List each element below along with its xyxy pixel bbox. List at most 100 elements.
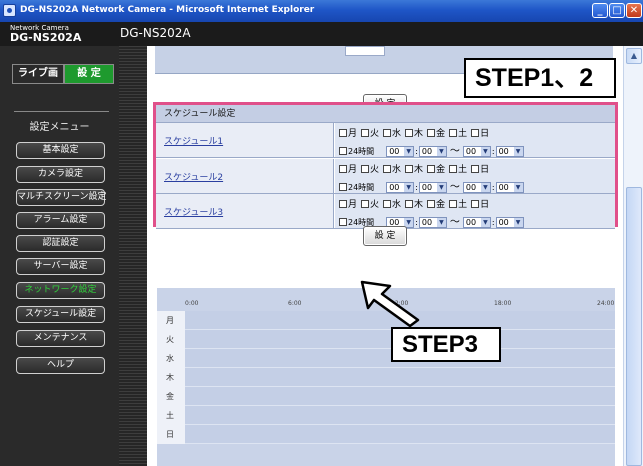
- scroll-thumb[interactable]: [626, 187, 642, 466]
- start-minute-select[interactable]: 00 ▼: [418, 217, 447, 228]
- maximize-button[interactable]: □: [609, 3, 625, 18]
- sidebar-item-3[interactable]: マルチスクリーン設定: [16, 189, 107, 206]
- day-checkbox[interactable]: [471, 165, 480, 173]
- start-minute-select[interactable]: 00 ▼: [418, 182, 447, 193]
- day-option[interactable]: 水: [383, 197, 401, 210]
- setup-mode-button[interactable]: 設 定: [64, 64, 114, 84]
- time-range: 24時間 00 ▼:00 ▼ ～ 00 ▼:00 ▼: [339, 178, 524, 193]
- day-option[interactable]: 金: [427, 126, 445, 139]
- day-option[interactable]: 月: [339, 162, 357, 175]
- day-option[interactable]: 土: [449, 197, 467, 210]
- minimize-button[interactable]: _: [592, 3, 608, 18]
- day-checkbox[interactable]: [339, 200, 347, 208]
- day-checkbox[interactable]: [383, 129, 392, 137]
- day-option[interactable]: 水: [383, 162, 401, 175]
- day-option[interactable]: 火: [361, 197, 379, 210]
- sidebar-item-6[interactable]: サーバー設定: [16, 258, 105, 275]
- day-checkbox[interactable]: [383, 200, 392, 208]
- start-hour-select[interactable]: 00 ▼: [386, 146, 415, 157]
- set-button-schedule[interactable]: 設 定: [363, 226, 407, 246]
- dropdown-arrow-icon[interactable]: ▼: [480, 147, 490, 156]
- sidebar-item-9[interactable]: メンテナンス: [16, 330, 105, 347]
- day-option[interactable]: 火: [361, 126, 379, 139]
- live-view-button[interactable]: ライブ画: [12, 64, 64, 84]
- day-option[interactable]: 木: [405, 162, 423, 175]
- end-hour-select[interactable]: 00 ▼: [462, 217, 491, 228]
- day-option[interactable]: 月: [339, 197, 357, 210]
- day-checkbox[interactable]: [405, 129, 414, 137]
- day-checkbox[interactable]: [339, 129, 347, 137]
- close-button[interactable]: ✕: [626, 3, 642, 18]
- schedule-link-1[interactable]: スケジュール1: [164, 134, 223, 147]
- dropdown-arrow-icon[interactable]: ▼: [436, 147, 446, 156]
- day-checkbox[interactable]: [361, 129, 370, 137]
- day-option[interactable]: 金: [427, 162, 445, 175]
- dropdown-arrow-icon[interactable]: ▼: [404, 147, 414, 156]
- day-checkbox[interactable]: [361, 200, 370, 208]
- sidebar-item-1[interactable]: 基本設定: [16, 142, 105, 159]
- day-option[interactable]: 木: [405, 126, 423, 139]
- day-option[interactable]: 日: [471, 197, 489, 210]
- sidebar-item-10[interactable]: ヘルプ: [16, 357, 105, 374]
- day-option[interactable]: 月: [339, 126, 357, 139]
- window-titlebar: DG-NS202A Network Camera - Microsoft Int…: [0, 0, 643, 22]
- day-option[interactable]: 水: [383, 126, 401, 139]
- dropdown-arrow-icon[interactable]: ▼: [480, 183, 490, 192]
- day-checkbox[interactable]: [449, 129, 458, 137]
- timeline-day-label: 火: [157, 330, 185, 349]
- day-option[interactable]: 日: [471, 162, 489, 175]
- end-hour-select[interactable]: 00 ▼: [462, 182, 491, 193]
- day-checkbox[interactable]: [471, 129, 480, 137]
- sidebar-item-2[interactable]: カメラ設定: [16, 166, 105, 183]
- end-minute-select[interactable]: 00 ▼: [495, 146, 524, 157]
- dropdown-arrow-icon[interactable]: ▼: [513, 183, 523, 192]
- time-value: 00: [498, 218, 509, 227]
- schedule-link-2[interactable]: スケジュール2: [164, 170, 223, 183]
- day-label: 火: [370, 129, 380, 139]
- vertical-scrollbar[interactable]: ▲: [623, 46, 643, 466]
- all-day-checkbox[interactable]: [339, 183, 347, 191]
- day-checkbox[interactable]: [471, 200, 480, 208]
- sidebar-item-8[interactable]: スケジュール設定: [16, 306, 105, 323]
- dropdown-arrow-icon[interactable]: ▼: [404, 183, 414, 192]
- day-option[interactable]: 木: [405, 197, 423, 210]
- dropdown-arrow-icon[interactable]: ▼: [436, 218, 446, 227]
- day-checkbox[interactable]: [383, 165, 392, 173]
- dropdown-arrow-icon[interactable]: ▼: [436, 183, 446, 192]
- day-checkbox[interactable]: [449, 165, 458, 173]
- time-value: 00: [421, 183, 433, 192]
- schedule-link-3[interactable]: スケジュール3: [164, 205, 223, 218]
- day-checkbox[interactable]: [427, 200, 436, 208]
- sidebar-item-5[interactable]: 認証設定: [16, 235, 105, 252]
- day-checkbox[interactable]: [339, 165, 347, 173]
- dropdown-arrow-icon[interactable]: ▼: [513, 218, 523, 227]
- day-checkbox[interactable]: [405, 165, 414, 173]
- day-label: 金: [436, 200, 446, 210]
- day-label: 水: [392, 200, 402, 210]
- end-minute-select[interactable]: 00 ▼: [495, 217, 524, 228]
- dropdown-arrow-icon[interactable]: ▼: [480, 218, 490, 227]
- day-label: 日: [480, 200, 490, 210]
- end-hour-select[interactable]: 00 ▼: [462, 146, 491, 157]
- pointer-arrow-icon: [360, 280, 420, 328]
- day-option[interactable]: 日: [471, 126, 489, 139]
- day-checkbox[interactable]: [405, 200, 414, 208]
- all-day-checkbox[interactable]: [339, 218, 347, 226]
- sidebar-item-4[interactable]: アラーム設定: [16, 212, 105, 229]
- previous-setting-select[interactable]: [345, 46, 385, 56]
- day-checkbox[interactable]: [449, 200, 458, 208]
- day-checkbox[interactable]: [361, 165, 370, 173]
- day-option[interactable]: 火: [361, 162, 379, 175]
- day-option[interactable]: 土: [449, 126, 467, 139]
- day-option[interactable]: 土: [449, 162, 467, 175]
- start-minute-select[interactable]: 00 ▼: [418, 146, 447, 157]
- end-minute-select[interactable]: 00 ▼: [495, 182, 524, 193]
- sidebar-item-7[interactable]: ネットワーク設定: [16, 282, 105, 299]
- dropdown-arrow-icon[interactable]: ▼: [513, 147, 523, 156]
- all-day-checkbox[interactable]: [339, 147, 347, 155]
- scroll-up-arrow-icon[interactable]: ▲: [626, 48, 642, 64]
- day-option[interactable]: 金: [427, 197, 445, 210]
- day-checkbox[interactable]: [427, 129, 436, 137]
- day-checkbox[interactable]: [427, 165, 436, 173]
- start-hour-select[interactable]: 00 ▼: [386, 182, 415, 193]
